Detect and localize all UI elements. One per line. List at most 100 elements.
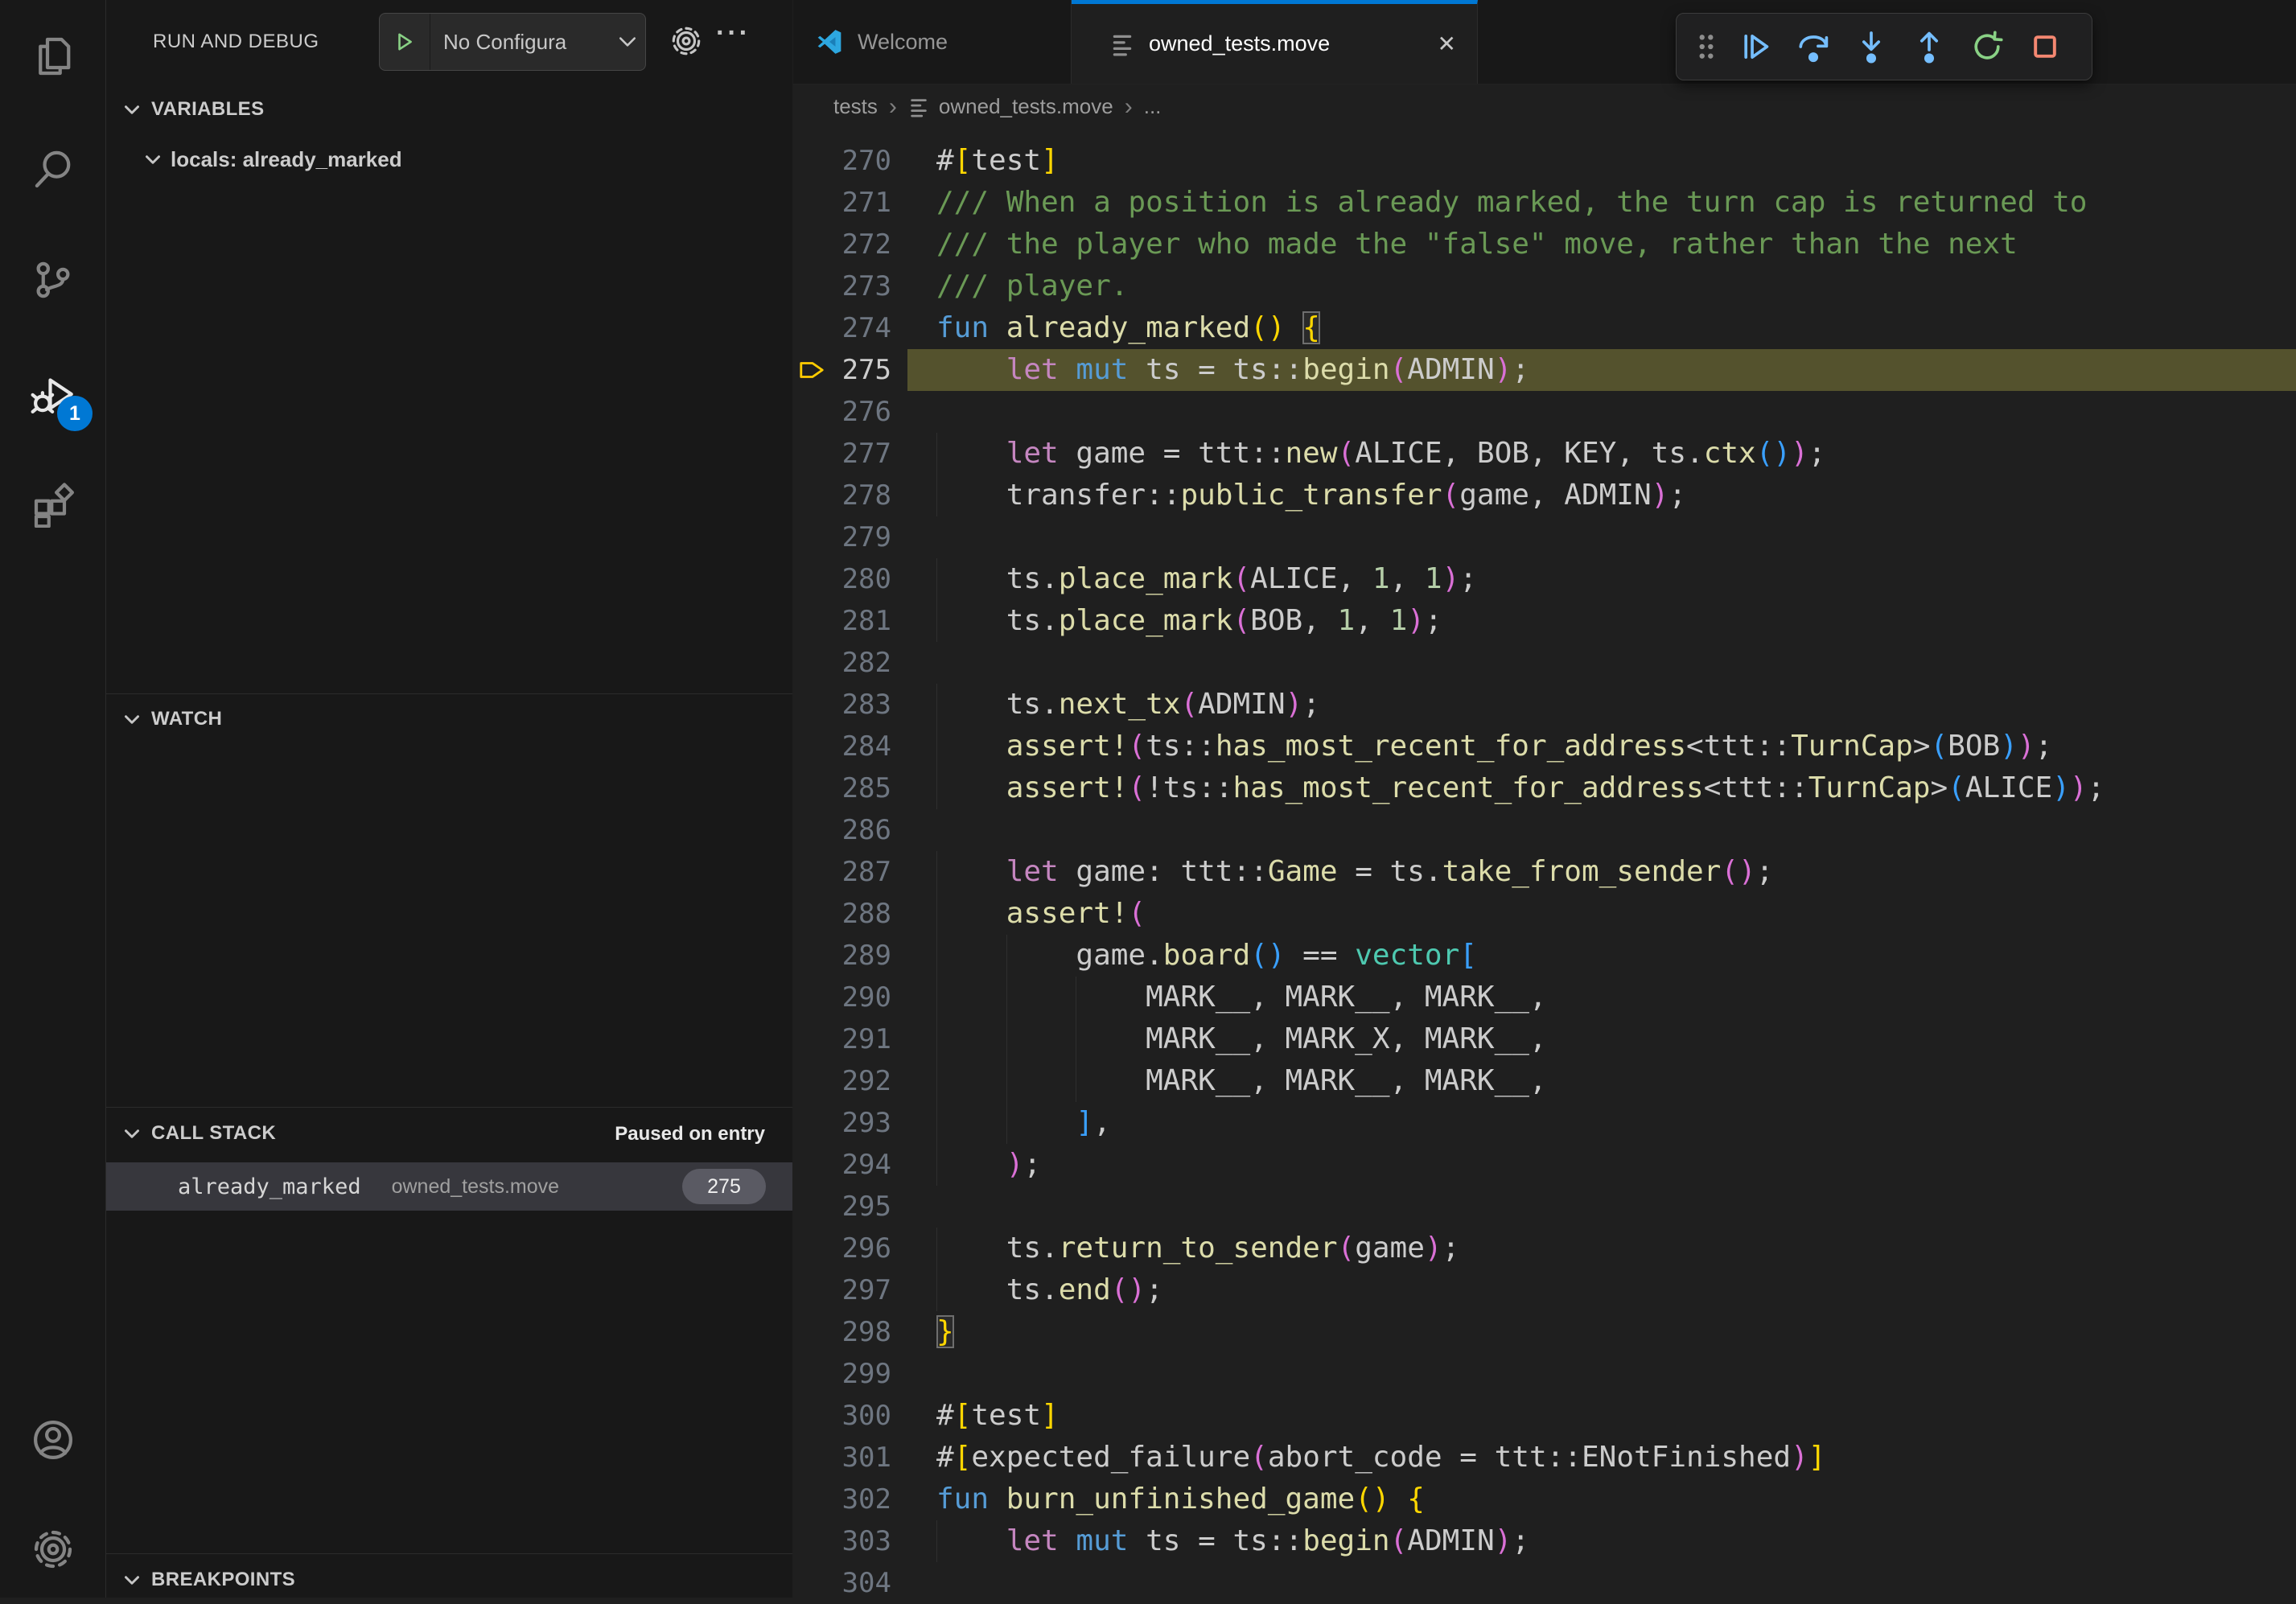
tab-owned-tests-move[interactable]: owned_tests.move ✕: [1072, 0, 1478, 84]
code-line[interactable]: 281 ts.place_mark(BOB, 1, 1);: [793, 600, 2296, 642]
breakpoint-gutter[interactable]: [793, 182, 829, 224]
code-line[interactable]: 276: [793, 391, 2296, 433]
breakpoint-gutter[interactable]: [793, 809, 829, 851]
code-line[interactable]: 278 transfer::public_transfer(game, ADMI…: [793, 475, 2296, 516]
code-line[interactable]: 286: [793, 809, 2296, 851]
step-into-icon[interactable]: [1853, 28, 1890, 65]
breakpoint-gutter[interactable]: [793, 1186, 829, 1228]
breakpoint-gutter[interactable]: [793, 1437, 829, 1479]
code-line[interactable]: 299: [793, 1353, 2296, 1395]
code-line[interactable]: 289 game.board() == vector[: [793, 935, 2296, 977]
breakpoint-gutter[interactable]: [793, 516, 829, 558]
debug-settings-gear-icon[interactable]: [669, 24, 703, 58]
tab-welcome[interactable]: Welcome: [793, 0, 1072, 84]
run-and-debug-icon[interactable]: 1: [0, 356, 105, 433]
breakpoint-gutter[interactable]: [793, 475, 829, 516]
execution-pointer-icon[interactable]: [793, 349, 829, 391]
breakpoint-gutter[interactable]: [793, 391, 829, 433]
breakpoint-gutter[interactable]: [793, 1353, 829, 1395]
code-line[interactable]: 272/// the player who made the "false" m…: [793, 224, 2296, 265]
code-line[interactable]: 270#[test]: [793, 140, 2296, 182]
breakpoint-gutter[interactable]: [793, 1395, 829, 1437]
breakpoint-gutter[interactable]: [793, 1479, 829, 1520]
breakpoint-gutter[interactable]: [793, 1102, 829, 1144]
breakpoint-gutter[interactable]: [793, 642, 829, 684]
breakpoint-gutter[interactable]: [793, 935, 829, 977]
breakpoint-gutter[interactable]: [793, 433, 829, 475]
breakpoint-gutter[interactable]: [793, 851, 829, 893]
code-line[interactable]: 287 let game: ttt::Game = ts.take_from_s…: [793, 851, 2296, 893]
start-debug-icon[interactable]: [380, 14, 430, 70]
settings-gear-icon[interactable]: [0, 1511, 105, 1588]
accounts-icon[interactable]: [0, 1401, 105, 1479]
call-stack-frame-row[interactable]: already_marked owned_tests.move 275: [106, 1162, 792, 1211]
code-line[interactable]: 303 let mut ts = ts::begin(ADMIN);: [793, 1520, 2296, 1562]
breakpoint-gutter[interactable]: [793, 1144, 829, 1186]
code-line[interactable]: 296 ts.return_to_sender(game);: [793, 1228, 2296, 1269]
step-over-icon[interactable]: [1795, 28, 1832, 65]
breakpoint-gutter[interactable]: [793, 265, 829, 307]
code-line[interactable]: 294 );: [793, 1144, 2296, 1186]
code-line[interactable]: 293 ],: [793, 1102, 2296, 1144]
code-line[interactable]: 271/// When a position is already marked…: [793, 182, 2296, 224]
breakpoint-gutter[interactable]: [793, 1562, 829, 1604]
breakpoint-gutter[interactable]: [793, 558, 829, 600]
code-line[interactable]: 284 assert!(ts::has_most_recent_for_addr…: [793, 726, 2296, 767]
code-line[interactable]: 302fun burn_unfinished_game() {: [793, 1479, 2296, 1520]
code-line[interactable]: 290 MARK__, MARK__, MARK__,: [793, 977, 2296, 1018]
step-out-icon[interactable]: [1911, 28, 1948, 65]
code-line[interactable]: 275 let mut ts = ts::begin(ADMIN);: [793, 349, 2296, 391]
breakpoint-gutter[interactable]: [793, 307, 829, 349]
breakpoint-gutter[interactable]: [793, 1060, 829, 1102]
breakpoint-gutter[interactable]: [793, 1269, 829, 1311]
code-line[interactable]: 282: [793, 642, 2296, 684]
breakpoint-gutter[interactable]: [793, 893, 829, 935]
variables-section-header[interactable]: VARIABLES: [106, 88, 792, 130]
breakpoint-gutter[interactable]: [793, 1311, 829, 1353]
breakpoint-gutter[interactable]: [793, 140, 829, 182]
continue-icon[interactable]: [1737, 28, 1774, 65]
code-line[interactable]: 292 MARK__, MARK__, MARK__,: [793, 1060, 2296, 1102]
explorer-icon[interactable]: [0, 18, 105, 95]
variables-locals-row[interactable]: locals: already_marked: [106, 138, 792, 180]
code-line[interactable]: 291 MARK__, MARK_X, MARK__,: [793, 1018, 2296, 1060]
close-icon[interactable]: ✕: [1438, 31, 1456, 57]
restart-icon[interactable]: [1969, 28, 2006, 65]
debug-config-dropdown[interactable]: No Configura: [379, 13, 646, 71]
code-line[interactable]: 298}: [793, 1311, 2296, 1353]
breakpoint-gutter[interactable]: [793, 767, 829, 809]
breakpoints-section-header[interactable]: BREAKPOINTS: [106, 1559, 792, 1601]
call-stack-section-header[interactable]: CALL STACK Paused on entry: [106, 1113, 792, 1154]
code-line[interactable]: 273/// player.: [793, 265, 2296, 307]
breadcrumb-item[interactable]: owned_tests.move: [939, 94, 1113, 119]
source-control-icon[interactable]: [0, 241, 105, 319]
stop-icon[interactable]: [2026, 28, 2064, 65]
breakpoint-gutter[interactable]: [793, 224, 829, 265]
code-line[interactable]: 300#[test]: [793, 1395, 2296, 1437]
code-editor[interactable]: 270#[test]271/// When a position is alre…: [793, 130, 2296, 1598]
code-line[interactable]: 279: [793, 516, 2296, 558]
code-line[interactable]: 285 assert!(!ts::has_most_recent_for_add…: [793, 767, 2296, 809]
more-actions-icon[interactable]: ···: [716, 18, 751, 49]
breakpoint-gutter[interactable]: [793, 1018, 829, 1060]
breadcrumb-item[interactable]: ...: [1144, 94, 1162, 119]
code-line[interactable]: 283 ts.next_tx(ADMIN);: [793, 684, 2296, 726]
code-line[interactable]: 277 let game = ttt::new(ALICE, BOB, KEY,…: [793, 433, 2296, 475]
breakpoint-gutter[interactable]: [793, 1520, 829, 1562]
breakpoint-gutter[interactable]: [793, 600, 829, 642]
breakpoint-gutter[interactable]: [793, 684, 829, 726]
breakpoint-gutter[interactable]: [793, 1228, 829, 1269]
breadcrumb-item[interactable]: tests: [833, 94, 878, 119]
code-line[interactable]: 280 ts.place_mark(ALICE, 1, 1);: [793, 558, 2296, 600]
watch-section-header[interactable]: WATCH: [106, 698, 792, 740]
code-line[interactable]: 301#[expected_failure(abort_code = ttt::…: [793, 1437, 2296, 1479]
code-line[interactable]: 304: [793, 1562, 2296, 1604]
extensions-icon[interactable]: [0, 467, 105, 544]
breakpoint-gutter[interactable]: [793, 726, 829, 767]
search-icon[interactable]: [0, 130, 105, 208]
toolbar-drag-handle-icon[interactable]: [1693, 28, 1720, 65]
breakpoint-gutter[interactable]: [793, 977, 829, 1018]
code-line[interactable]: 274fun already_marked() {: [793, 307, 2296, 349]
code-line[interactable]: 295: [793, 1186, 2296, 1228]
code-line[interactable]: 297 ts.end();: [793, 1269, 2296, 1311]
